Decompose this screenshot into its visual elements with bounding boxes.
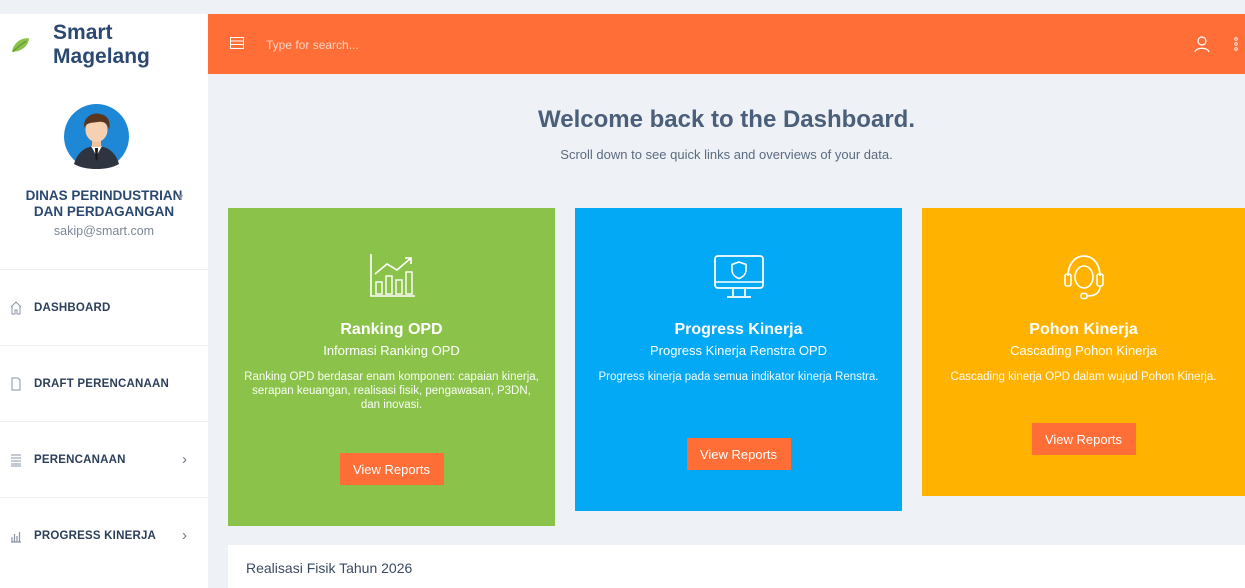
- sidebar-item-draft-perencanaan[interactable]: DRAFT PERENCANAAN: [0, 345, 208, 421]
- more-vertical-icon[interactable]: [1233, 36, 1239, 52]
- sidebar-item-label: PROGRESS KINERJA: [34, 529, 157, 542]
- view-reports-button[interactable]: View Reports: [686, 438, 791, 470]
- card-description: Progress kinerja pada semua indikator ki…: [598, 371, 879, 383]
- view-reports-button[interactable]: View Reports: [339, 453, 444, 485]
- bar-chart-icon: [369, 254, 415, 297]
- card-pohon-kinerja: Pohon Kinerja Cascading Pohon Kinerja Ca…: [922, 208, 1245, 496]
- card-description: Cascading kinerja OPD dalam wujud Pohon …: [950, 371, 1217, 383]
- card-subtitle: Cascading Pohon Kinerja: [1010, 343, 1157, 358]
- page-subtitle: Scroll down to see quick links and overv…: [560, 147, 893, 162]
- brand[interactable]: Smart Magelang: [10, 21, 208, 68]
- caret-down-icon[interactable]: ▼: [176, 192, 185, 202]
- brand-name: Smart Magelang: [53, 21, 150, 68]
- sidebar-item-dashboard[interactable]: DASHBOARD: [0, 269, 208, 345]
- user-name-line2: DAN PERDAGANGAN: [33, 204, 175, 219]
- search-input[interactable]: [264, 32, 568, 58]
- card-subtitle: Progress Kinerja Renstra OPD: [649, 343, 827, 358]
- avatar[interactable]: [64, 104, 129, 169]
- menu-icon[interactable]: [230, 36, 244, 50]
- sidebar-item-label: DRAFT PERENCANAAN: [34, 377, 170, 390]
- home-icon: [10, 300, 22, 314]
- realisasi-fisik-panel: Realisasi Fisik Tahun 2026: [228, 545, 1245, 588]
- card-title: Ranking OPD: [340, 321, 443, 338]
- list-icon: [11, 454, 21, 466]
- sidebar-item-label: PERENCANAAN: [34, 453, 126, 466]
- card-title: Progress Kinerja: [674, 321, 803, 338]
- card-subtitle: Informasi Ranking OPD: [323, 343, 460, 358]
- sidebar: Smart Magelang DINAS PERINDUSTRIAN DAN P…: [0, 14, 208, 588]
- card-progress-kinerja: Progress Kinerja Progress Kinerja Renstr…: [575, 208, 902, 511]
- page-title: Welcome back to the Dashboard.: [538, 106, 915, 133]
- chart-icon: [11, 531, 21, 543]
- card-title: Pohon Kinerja: [1029, 321, 1138, 338]
- card-description: Ranking OPD berdasar enam komponen: capa…: [244, 371, 539, 411]
- headset-icon: [1063, 255, 1104, 300]
- document-icon: [11, 377, 21, 390]
- chevron-right-icon: ›: [182, 451, 187, 468]
- user-icon[interactable]: [1194, 35, 1210, 53]
- sidebar-item-label: DASHBOARD: [34, 301, 111, 314]
- panel-title: Realisasi Fisik Tahun 2026: [246, 560, 413, 576]
- sidebar-item-perencanaan[interactable]: PERENCANAAN ›: [0, 421, 208, 497]
- user-email: sakip@smart.com: [53, 224, 155, 238]
- view-reports-button[interactable]: View Reports: [1031, 423, 1136, 455]
- monitor-shield-icon: [713, 255, 764, 298]
- top-header: [208, 14, 1245, 74]
- card-ranking-opd: Ranking OPD Informasi Ranking OPD Rankin…: [228, 208, 555, 526]
- sidebar-nav: DASHBOARD DRAFT PERENCANAAN PERENCANAAN …: [0, 269, 208, 573]
- sidebar-item-progress-kinerja[interactable]: PROGRESS KINERJA ›: [0, 497, 208, 573]
- leaf-logo-icon: [11, 38, 30, 53]
- chevron-right-icon: ›: [182, 527, 187, 544]
